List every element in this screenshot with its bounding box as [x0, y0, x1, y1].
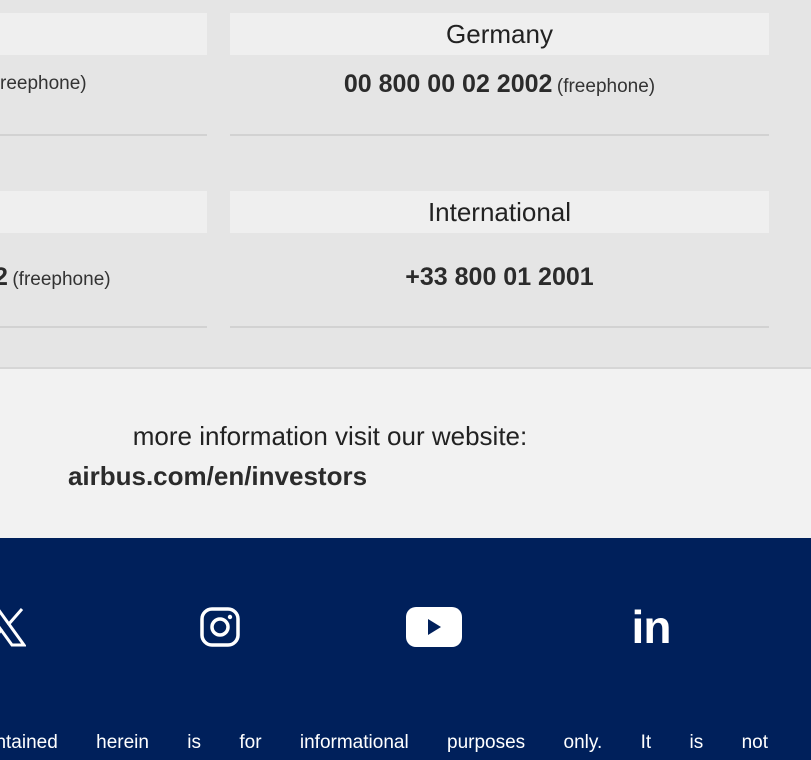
disclaimer-text: mation contained herein is for informati…	[0, 732, 768, 753]
phone-number-link[interactable]: 00 800 00 02 2002	[344, 70, 553, 98]
contact-cell-top-left: reephone)	[0, 13, 207, 136]
website-info-text: more information visit our website:	[132, 421, 528, 451]
instagram-social-link[interactable]	[198, 604, 242, 650]
x-icon	[0, 608, 26, 647]
footer: in mation contained herein is for inform…	[0, 538, 811, 760]
youtube-icon	[406, 607, 462, 647]
contact-phone-row: +33 800 01 2001	[230, 233, 769, 328]
phone-note: (freephone)	[556, 76, 656, 97]
investors-website-link[interactable]: airbus.com/en/investors	[68, 461, 367, 491]
contact-cell-bottom-left: 2 (freephone)	[0, 191, 207, 328]
phone-note: (freephone)	[12, 269, 111, 290]
instagram-icon	[200, 607, 240, 647]
contact-phone-row: 2 (freephone)	[0, 233, 207, 328]
contact-phone-row: 00 800 00 02 2002 (freephone)	[230, 55, 769, 136]
contact-phone-row: reephone)	[0, 55, 207, 136]
x-social-link[interactable]	[0, 604, 28, 650]
contact-cell-international: International +33 800 01 2001	[230, 191, 769, 328]
contact-country-label: International	[230, 191, 769, 233]
linkedin-icon: in	[631, 601, 672, 653]
contact-country-label	[0, 191, 207, 233]
contacts-section: reephone) Germany 00 800 00 02 2002 (fre…	[0, 0, 811, 369]
contact-cell-germany: Germany 00 800 00 02 2002 (freephone)	[230, 13, 769, 136]
phone-number-link[interactable]: 2	[0, 263, 8, 291]
youtube-social-link[interactable]	[405, 604, 463, 650]
contact-country-label	[0, 13, 207, 55]
contact-country-label: Germany	[230, 13, 769, 55]
linkedin-social-link[interactable]: in	[627, 604, 675, 650]
phone-note: reephone)	[0, 73, 87, 94]
phone-number-link[interactable]: +33 800 01 2001	[405, 263, 593, 291]
website-info-section: more information visit our website: airb…	[0, 369, 811, 538]
